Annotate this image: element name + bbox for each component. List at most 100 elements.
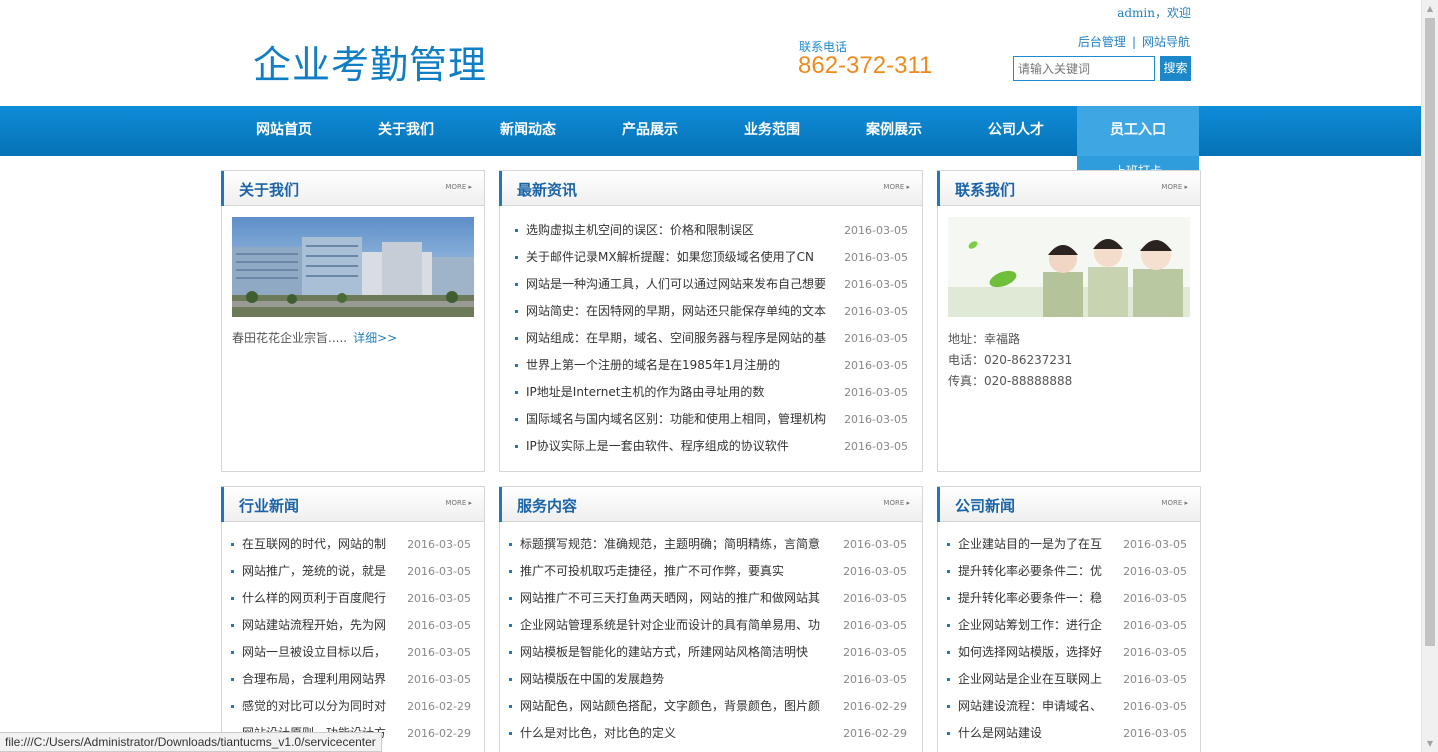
news-title[interactable]: 提升转化率必要条件二：优 bbox=[958, 558, 1108, 585]
news-date: 2016-02-29 bbox=[407, 727, 471, 740]
contact-info: 地址：幸福路 电话：020-86237231 传真：020-88888888 bbox=[948, 329, 1072, 392]
news-title[interactable]: 网站是一种沟通工具，人们可以通过网站来发布自己想要 bbox=[526, 271, 831, 298]
nav-item[interactable]: 新闻动态 bbox=[467, 106, 589, 156]
list-item[interactable]: 企业网站管理系统是针对企业而设计的具有简单易用、功 2016-03-05 bbox=[509, 612, 907, 639]
list-item[interactable]: 网站推广不可三天打鱼两天晒网，网站的推广和做网站其 2016-03-05 bbox=[509, 585, 907, 612]
news-title[interactable]: 网站建设流程：申请域名、 bbox=[958, 693, 1108, 720]
list-item[interactable]: 网站模板是智能化的建站方式，所建网站风格简洁明快 2016-03-05 bbox=[509, 639, 907, 666]
news-title[interactable]: IP协议实际上是一套由软件、程序组成的协议软件 bbox=[526, 433, 831, 460]
news-title[interactable]: 网站模板是智能化的建站方式，所建网站风格简洁明快 bbox=[520, 639, 825, 666]
phone-number: 862-372-311 bbox=[798, 52, 933, 79]
search-button[interactable]: 搜索 bbox=[1160, 56, 1191, 81]
site-logo[interactable]: 企业考勤管理 bbox=[253, 34, 487, 89]
list-item[interactable]: 企业网站筹划工作：进行企 2016-03-05 bbox=[947, 612, 1187, 639]
main-nav: 网站首页 关于我们 新闻动态 产品展示 业务范围 案例展示 公司人才 员工入口 bbox=[0, 106, 1421, 156]
list-item[interactable]: 网站是一种沟通工具，人们可以通过网站来发布自己想要 2016-03-05 bbox=[515, 271, 908, 298]
news-title[interactable]: 网站一旦被设立目标以后， bbox=[242, 639, 392, 666]
news-title[interactable]: 网站推广不可三天打鱼两天晒网，网站的推广和做网站其 bbox=[520, 585, 825, 612]
more-link[interactable]: MORE ▸ bbox=[445, 499, 472, 507]
list-item[interactable]: 提升转化率必要条件二：优 2016-03-05 bbox=[947, 558, 1187, 585]
list-item[interactable]: 如何选择网站模版，选择好 2016-03-05 bbox=[947, 639, 1187, 666]
list-item[interactable]: 选购虚拟主机空间的误区：价格和限制误区 2016-03-05 bbox=[515, 217, 908, 244]
news-title[interactable]: 网站建站流程开始，先为网 bbox=[242, 612, 392, 639]
news-title[interactable]: 标题撰写规范：准确规范，主题明确；简明精练，言简意 bbox=[520, 531, 825, 558]
list-item[interactable]: 推广不可投机取巧走捷径，推广不可作弊，要真实 2016-03-05 bbox=[509, 558, 907, 585]
latest-news-panel: 最新资讯 MORE ▸ 选购虚拟主机空间的误区：价格和限制误区 2016-03-0… bbox=[499, 170, 923, 472]
list-item[interactable]: IP协议实际上是一套由软件、程序组成的协议软件 2016-03-05 bbox=[515, 433, 908, 460]
more-link[interactable]: MORE ▸ bbox=[883, 183, 910, 191]
nav-item[interactable]: 员工入口 bbox=[1077, 106, 1199, 156]
news-title[interactable]: 什么是对比色，对比色的定义 bbox=[520, 720, 825, 747]
news-date: 2016-03-05 bbox=[407, 619, 471, 632]
news-title[interactable]: 什么是网站建设 bbox=[958, 720, 1108, 747]
more-link[interactable]: MORE ▸ bbox=[1161, 183, 1188, 191]
service-list: 标题撰写规范：准确规范，主题明确；简明精练，言简意 2016-03-05 推广不可投… bbox=[509, 531, 907, 747]
more-link[interactable]: MORE ▸ bbox=[445, 183, 472, 191]
news-title[interactable]: 企业网站筹划工作：进行企 bbox=[958, 612, 1108, 639]
list-item[interactable]: 合理布局，合理利用网站界 2016-03-05 bbox=[231, 666, 471, 693]
list-item[interactable]: 网站建设流程：申请域名、 2016-03-05 bbox=[947, 693, 1187, 720]
list-item[interactable]: 网站建站流程开始，先为网 2016-03-05 bbox=[231, 612, 471, 639]
list-item[interactable]: 企业网站是企业在互联网上 2016-03-05 bbox=[947, 666, 1187, 693]
nav-item[interactable]: 业务范围 bbox=[711, 106, 833, 156]
vertical-scrollbar[interactable]: ▲ ▼ bbox=[1421, 0, 1438, 752]
site-nav-link[interactable]: 网站导航 bbox=[1142, 35, 1190, 49]
list-item[interactable]: 提升转化率必要条件一：稳 2016-03-05 bbox=[947, 585, 1187, 612]
nav-item[interactable]: 产品展示 bbox=[589, 106, 711, 156]
news-title[interactable]: 推广不可投机取巧走捷径，推广不可作弊，要真实 bbox=[520, 558, 825, 585]
news-title[interactable]: 如何选择网站模版，选择好 bbox=[958, 639, 1108, 666]
news-title[interactable]: 网站组成：在早期，域名、空间服务器与程序是网站的基 bbox=[526, 325, 831, 352]
scroll-thumb[interactable] bbox=[1425, 18, 1435, 646]
admin-link[interactable]: 后台管理 bbox=[1078, 35, 1126, 49]
news-date: 2016-03-05 bbox=[843, 538, 907, 551]
detail-link[interactable]: 详细>> bbox=[353, 331, 397, 345]
news-title[interactable]: 网站推广，笼统的说，就是 bbox=[242, 558, 392, 585]
news-date: 2016-02-29 bbox=[407, 700, 471, 713]
news-title[interactable]: 选购虚拟主机空间的误区：价格和限制误区 bbox=[526, 217, 831, 244]
list-item[interactable]: 网站模版在中国的发展趋势 2016-03-05 bbox=[509, 666, 907, 693]
list-item[interactable]: 世界上第一个注册的域名是在1985年1月注册的 2016-03-05 bbox=[515, 352, 908, 379]
list-item[interactable]: 什么样的网页利于百度爬行 2016-03-05 bbox=[231, 585, 471, 612]
news-date: 2016-03-05 bbox=[844, 413, 908, 426]
nav-item[interactable]: 公司人才 bbox=[955, 106, 1077, 156]
list-item[interactable]: 网站推广，笼统的说，就是 2016-03-05 bbox=[231, 558, 471, 585]
scroll-down-icon[interactable]: ▼ bbox=[1422, 735, 1438, 752]
list-item[interactable]: 标题撰写规范：准确规范，主题明确；简明精练，言简意 2016-03-05 bbox=[509, 531, 907, 558]
news-title[interactable]: 什么样的网页利于百度爬行 bbox=[242, 585, 392, 612]
list-item[interactable]: 关于邮件记录MX解析提醒：如果您顶级域名使用了CN 2016-03-05 bbox=[515, 244, 908, 271]
news-title[interactable]: 企业网站管理系统是针对企业而设计的具有简单易用、功 bbox=[520, 612, 825, 639]
nav-item[interactable]: 关于我们 bbox=[345, 106, 467, 156]
news-title[interactable]: 网站配色，网站颜色搭配，文字颜色，背景颜色，图片颜 bbox=[520, 693, 825, 720]
news-title[interactable]: 感觉的对比可以分为同时对 bbox=[242, 693, 392, 720]
list-item[interactable]: 网站配色，网站颜色搭配，文字颜色，背景颜色，图片颜 2016-02-29 bbox=[509, 693, 907, 720]
list-item[interactable]: 企业建站目的一是为了在互 2016-03-05 bbox=[947, 531, 1187, 558]
news-title[interactable]: 网站模版在中国的发展趋势 bbox=[520, 666, 825, 693]
news-title[interactable]: 网站简史：在因特网的早期，网站还只能保存单纯的文本 bbox=[526, 298, 831, 325]
list-item[interactable]: 什么是对比色，对比色的定义 2016-02-29 bbox=[509, 720, 907, 747]
nav-item[interactable]: 案例展示 bbox=[833, 106, 955, 156]
news-title[interactable]: 企业网站是企业在互联网上 bbox=[958, 666, 1108, 693]
news-title[interactable]: 提升转化率必要条件一：稳 bbox=[958, 585, 1108, 612]
nav-item[interactable]: 网站首页 bbox=[223, 106, 345, 156]
news-title[interactable]: 合理布局，合理利用网站界 bbox=[242, 666, 392, 693]
list-item[interactable]: 网站一旦被设立目标以后， 2016-03-05 bbox=[231, 639, 471, 666]
list-item[interactable]: 网站组成：在早期，域名、空间服务器与程序是网站的基 2016-03-05 bbox=[515, 325, 908, 352]
search-input[interactable] bbox=[1013, 56, 1155, 81]
list-item[interactable]: 网站简史：在因特网的早期，网站还只能保存单纯的文本 2016-03-05 bbox=[515, 298, 908, 325]
bullet-icon bbox=[231, 705, 234, 708]
list-item[interactable]: 国际域名与国内域名区别：功能和使用上相同，管理机构 2016-03-05 bbox=[515, 406, 908, 433]
list-item[interactable]: 感觉的对比可以分为同时对 2016-02-29 bbox=[231, 693, 471, 720]
scroll-up-icon[interactable]: ▲ bbox=[1422, 0, 1438, 17]
more-link[interactable]: MORE ▸ bbox=[1161, 499, 1188, 507]
list-item[interactable]: IP地址是Internet主机的作为路由寻址用的数 2016-03-05 bbox=[515, 379, 908, 406]
news-title[interactable]: IP地址是Internet主机的作为路由寻址用的数 bbox=[526, 379, 831, 406]
news-title[interactable]: 世界上第一个注册的域名是在1985年1月注册的 bbox=[526, 352, 831, 379]
more-link[interactable]: MORE ▸ bbox=[883, 499, 910, 507]
news-title[interactable]: 在互联网的时代，网站的制 bbox=[242, 531, 392, 558]
list-item[interactable]: 在互联网的时代，网站的制 2016-03-05 bbox=[231, 531, 471, 558]
news-title[interactable]: 企业建站目的一是为了在互 bbox=[958, 531, 1108, 558]
list-item[interactable]: 什么是网站建设 2016-03-05 bbox=[947, 720, 1187, 747]
news-title[interactable]: 关于邮件记录MX解析提醒：如果您顶级域名使用了CN bbox=[526, 244, 831, 271]
news-date: 2016-03-05 bbox=[1123, 673, 1187, 686]
news-title[interactable]: 国际域名与国内域名区别：功能和使用上相同，管理机构 bbox=[526, 406, 831, 433]
